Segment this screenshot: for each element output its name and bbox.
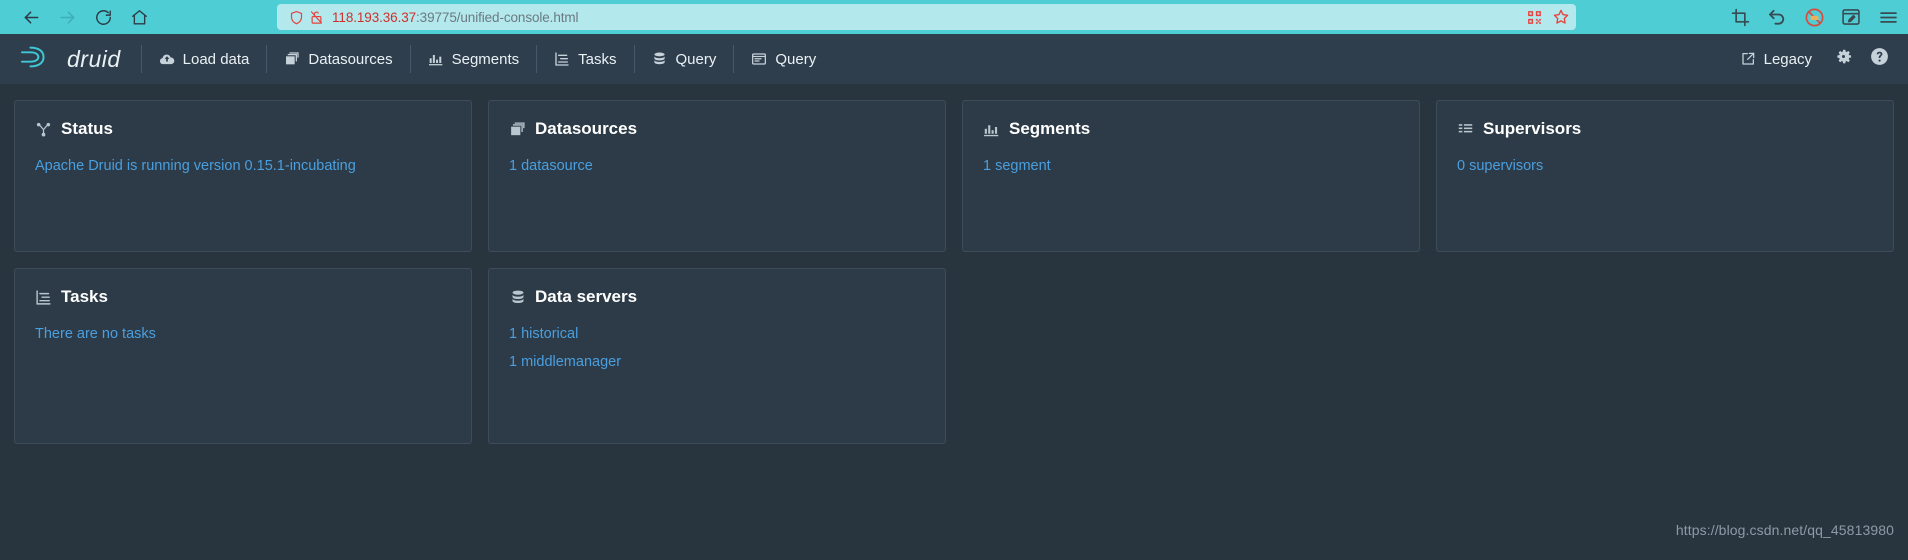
card-data-servers-title: Data servers <box>509 287 925 307</box>
druid-logo[interactable]: druid <box>16 42 141 77</box>
browser-chrome-bar: 118.193.36.37:39775/unified-console.html <box>0 0 1908 34</box>
crop-icon[interactable] <box>1728 5 1752 29</box>
reload-icon <box>94 8 113 27</box>
header-nav: Load data Datasources Segments Tasks Que… <box>142 34 834 84</box>
forward-arrow-icon <box>57 7 78 28</box>
address-bar[interactable]: 118.193.36.37:39775/unified-console.html <box>277 4 1576 30</box>
card-data-servers-line-historical[interactable]: 1 historical <box>509 320 925 348</box>
card-status-title: Status <box>35 119 451 139</box>
annotate-window-icon[interactable] <box>1839 5 1863 29</box>
card-datasources-line[interactable]: 1 datasource <box>509 152 925 180</box>
database-icon <box>509 289 526 306</box>
shield-icon[interactable] <box>286 7 306 27</box>
nav-item-tasks[interactable]: Tasks <box>537 34 633 84</box>
nav-item-query[interactable]: Query Query <box>734 34 833 84</box>
header-right-actions: Legacy <box>1730 34 1894 84</box>
nav-item-load-data-label: Load data <box>182 50 250 68</box>
card-datasources-title: Datasources <box>509 119 925 139</box>
browser-nav-buttons <box>8 2 156 32</box>
card-data-servers-title-label: Data servers <box>535 287 638 306</box>
card-segments-title: Segments <box>983 119 1399 139</box>
druid-logo-text: druid <box>67 45 121 72</box>
nav-item-data-servers[interactable]: Query <box>635 34 734 84</box>
layers-icon <box>284 51 300 67</box>
layers-icon <box>509 121 526 138</box>
gantt-chart-icon <box>35 289 52 306</box>
settings-button[interactable] <box>1828 44 1858 74</box>
nav-item-datasources-label: Datasources <box>308 50 393 68</box>
help-button[interactable] <box>1864 44 1894 74</box>
home-card-grid: Status Apache Druid is running version 0… <box>14 100 1894 444</box>
nav-item-data-servers-label: Query <box>675 50 717 68</box>
back-arrow-icon <box>21 7 42 28</box>
card-tasks-title: Tasks <box>35 287 451 307</box>
grid-spacer <box>962 268 1420 444</box>
lock-broken-icon[interactable] <box>306 7 326 27</box>
nav-item-datasources[interactable]: Datasources <box>267 34 409 84</box>
bar-chart-icon <box>428 51 444 67</box>
card-tasks[interactable]: Tasks There are no tasks <box>14 268 472 444</box>
nav-item-query-text: Query <box>775 50 817 68</box>
nav-item-load-data[interactable]: Load data <box>142 34 267 84</box>
address-bar-container: 118.193.36.37:39775/unified-console.html <box>277 4 1576 30</box>
card-tasks-line[interactable]: There are no tasks <box>35 320 451 348</box>
watermark-text: https://blog.csdn.net/qq_45813980 <box>1675 522 1894 538</box>
card-supervisors[interactable]: Supervisors 0 supervisors <box>1436 100 1894 252</box>
url-text[interactable]: 118.193.36.37:39775/unified-console.html <box>332 10 1518 25</box>
card-segments[interactable]: Segments 1 segment <box>962 100 1420 252</box>
card-datasources[interactable]: Datasources 1 datasource <box>488 100 946 252</box>
reload-button[interactable] <box>86 2 120 32</box>
legacy-button[interactable]: Legacy <box>1730 45 1822 74</box>
druid-logo-icon <box>16 42 58 77</box>
bar-chart-icon <box>983 121 1000 138</box>
card-segments-line[interactable]: 1 segment <box>983 152 1399 180</box>
gear-icon <box>1834 47 1853 71</box>
card-supervisors-title-label: Supervisors <box>1483 119 1582 138</box>
card-status-title-label: Status <box>61 119 113 138</box>
graph-node-icon <box>35 121 52 138</box>
help-circle-icon <box>1869 46 1890 72</box>
gantt-chart-icon <box>554 51 570 67</box>
card-status-line[interactable]: Apache Druid is running version 0.15.1-i… <box>35 152 451 180</box>
list-detail-icon <box>1457 121 1474 138</box>
legacy-button-label: Legacy <box>1763 50 1812 68</box>
home-icon <box>130 8 149 27</box>
card-supervisors-title: Supervisors <box>1457 119 1873 139</box>
database-icon <box>652 51 668 67</box>
nav-item-tasks-label: Tasks <box>578 50 617 68</box>
card-supervisors-line[interactable]: 0 supervisors <box>1457 152 1873 180</box>
back-button[interactable] <box>14 2 48 32</box>
nav-item-segments-label: Segments <box>451 50 520 68</box>
druid-header: druid Load data Datasources Segments Tas… <box>0 34 1908 84</box>
forward-button[interactable] <box>50 2 84 32</box>
nav-item-segments[interactable]: Segments <box>411 34 537 84</box>
hamburger-menu-icon[interactable] <box>1876 5 1900 29</box>
browser-toolbar-actions <box>1728 0 1900 34</box>
application-icon <box>751 51 767 67</box>
url-host: 118.193.36.37 <box>332 9 417 25</box>
card-datasources-title-label: Datasources <box>535 119 638 138</box>
external-link-icon <box>1740 51 1756 67</box>
card-status[interactable]: Status Apache Druid is running version 0… <box>14 100 472 252</box>
main-content: Status Apache Druid is running version 0… <box>0 84 1908 560</box>
home-button[interactable] <box>122 2 156 32</box>
qr-code-icon[interactable] <box>1526 9 1543 26</box>
grid-spacer <box>1436 268 1894 444</box>
cloud-upload-icon <box>159 51 175 67</box>
ad-block-icon[interactable] <box>1802 5 1826 29</box>
card-tasks-title-label: Tasks <box>61 287 108 306</box>
url-path: :39775/unified-console.html <box>416 9 579 25</box>
address-bar-actions <box>1518 8 1570 26</box>
card-data-servers-line-middlemanager[interactable]: 1 middlemanager <box>509 348 925 376</box>
card-segments-title-label: Segments <box>1009 119 1091 138</box>
card-data-servers[interactable]: Data servers 1 historical 1 middlemanage… <box>488 268 946 444</box>
star-icon[interactable] <box>1552 8 1570 26</box>
undo-arrow-icon[interactable] <box>1765 5 1789 29</box>
